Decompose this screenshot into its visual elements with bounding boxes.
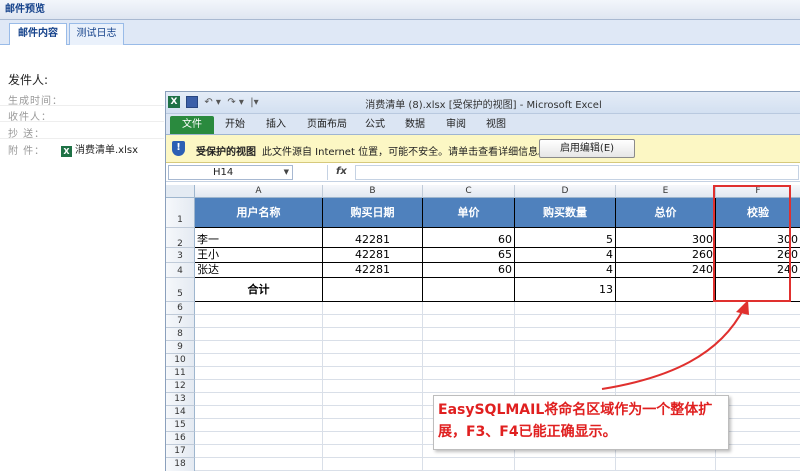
ribbon-tab-file[interactable]: 文件 (170, 116, 214, 134)
table-cell[interactable]: 60 (423, 263, 515, 278)
table-header-cell[interactable]: 购买日期 (323, 198, 423, 228)
row-header[interactable]: 7 (166, 315, 195, 328)
divider (0, 105, 164, 106)
ribbon-tab-review[interactable]: 审阅 (443, 116, 469, 134)
row-header[interactable]: 15 (166, 419, 195, 432)
ribbon-tabs: 文件 开始 插入 页面布局 公式 数据 审阅 视图 (166, 114, 800, 135)
panel-title: 邮件预览 (0, 0, 800, 20)
table-cell[interactable]: 4 (515, 263, 616, 278)
table-cell[interactable]: 4 (515, 248, 616, 263)
table-cell[interactable] (616, 278, 716, 302)
table-cell[interactable]: 42281 (323, 228, 423, 248)
table-header-cell[interactable]: 购买数量 (515, 198, 616, 228)
table-header-cell[interactable]: 用户名称 (195, 198, 323, 228)
formula-bar: H14 ▼ fx (166, 163, 800, 182)
enable-editing-button[interactable]: 启用编辑(E) (539, 139, 635, 158)
column-header[interactable]: B (323, 185, 423, 198)
formula-input[interactable] (355, 165, 799, 180)
row-header[interactable]: 13 (166, 393, 195, 406)
ribbon-tab-page-layout[interactable]: 页面布局 (304, 116, 350, 134)
row-header[interactable]: 12 (166, 380, 195, 393)
table-cell[interactable] (423, 278, 515, 302)
row-header[interactable]: 14 (166, 406, 195, 419)
table-cell[interactable]: 李一 (195, 228, 323, 248)
column-header[interactable]: A (195, 185, 323, 198)
excel-title-bar: X ↶ ▾ ↷ ▾ |▾ 消费清单 (8).xlsx [受保护的视图] - Mi… (166, 92, 800, 114)
divider (0, 121, 164, 122)
tab-test-log[interactable]: 测试日志 (69, 23, 124, 45)
row-header[interactable]: 6 (166, 302, 195, 315)
row-header[interactable]: 5 (166, 278, 195, 302)
shield-icon: ! (172, 141, 185, 156)
annotation-callout: EasySQLMAIL将命名区域作为一个整体扩展，F3、F4已能正确显示。 (433, 395, 729, 450)
attachment-filename: 消费清单.xlsx (75, 145, 139, 156)
table-cell[interactable]: 65 (423, 248, 515, 263)
divider (0, 138, 164, 139)
total-quantity-cell[interactable]: 13 (515, 278, 616, 302)
row-header[interactable]: 1 (166, 198, 195, 228)
window-title: 消费清单 (8).xlsx [受保护的视图] - Microsoft Excel (365, 100, 602, 111)
row-header[interactable]: 8 (166, 328, 195, 341)
ribbon-tab-insert[interactable]: 插入 (263, 116, 289, 134)
row-header[interactable]: 17 (166, 445, 195, 458)
divider (327, 165, 328, 180)
table-cell[interactable]: 42281 (323, 263, 423, 278)
ribbon-tab-data[interactable]: 数据 (402, 116, 428, 134)
row-header[interactable]: 3 (166, 248, 195, 263)
table-cell[interactable]: 5 (515, 228, 616, 248)
table-cell[interactable]: 王小 (195, 248, 323, 263)
protected-view-bar: ! 受保护的视图 此文件源自 Internet 位置，可能不安全。请单击查看详细… (166, 135, 800, 163)
table-cell[interactable] (323, 278, 423, 302)
name-box-value: H14 (213, 167, 234, 178)
select-all-corner[interactable] (166, 185, 195, 198)
name-box[interactable]: H14 ▼ (168, 165, 293, 180)
tab-bar: 邮件内容 测试日志 (0, 20, 800, 46)
row-header[interactable]: 10 (166, 354, 195, 367)
table-cell[interactable]: 张达 (195, 263, 323, 278)
ribbon-tab-view[interactable]: 视图 (483, 116, 509, 134)
highlight-box (713, 185, 791, 302)
ribbon-tab-home[interactable]: 开始 (222, 116, 248, 134)
row-header[interactable]: 2 (166, 228, 195, 249)
protected-view-message[interactable]: 此文件源自 Internet 位置，可能不安全。请单击查看详细信息。 (262, 143, 548, 158)
row-header[interactable]: 9 (166, 341, 195, 354)
row-header[interactable]: 11 (166, 367, 195, 380)
row-header[interactable]: 16 (166, 432, 195, 445)
table-cell[interactable]: 60 (423, 228, 515, 248)
sender-label: 发件人: (8, 73, 49, 87)
chevron-down-icon[interactable]: ▼ (284, 166, 289, 179)
attachment-link[interactable]: X 消费清单.xlsx (61, 141, 138, 157)
excel-file-icon: X (61, 146, 72, 157)
row-header[interactable]: 18 (166, 458, 195, 471)
table-cell[interactable]: 260 (616, 248, 716, 263)
table-cell[interactable]: 42281 (323, 248, 423, 263)
row-header[interactable]: 4 (166, 263, 195, 278)
column-header[interactable]: D (515, 185, 616, 198)
attachment-label: 附 件： (8, 146, 46, 157)
table-cell[interactable]: 300 (616, 228, 716, 248)
column-header[interactable]: C (423, 185, 515, 198)
table-cell[interactable]: 240 (616, 263, 716, 278)
protected-view-title: 受保护的视图 (196, 147, 256, 158)
total-label-cell[interactable]: 合计 (195, 278, 323, 302)
table-header-cell[interactable]: 单价 (423, 198, 515, 228)
ribbon-tab-formulas[interactable]: 公式 (362, 116, 388, 134)
table-header-cell[interactable]: 总价 (616, 198, 716, 228)
tab-mail-content[interactable]: 邮件内容 (9, 23, 67, 46)
column-header[interactable]: E (616, 185, 716, 198)
insert-function-button[interactable]: fx (336, 166, 347, 177)
